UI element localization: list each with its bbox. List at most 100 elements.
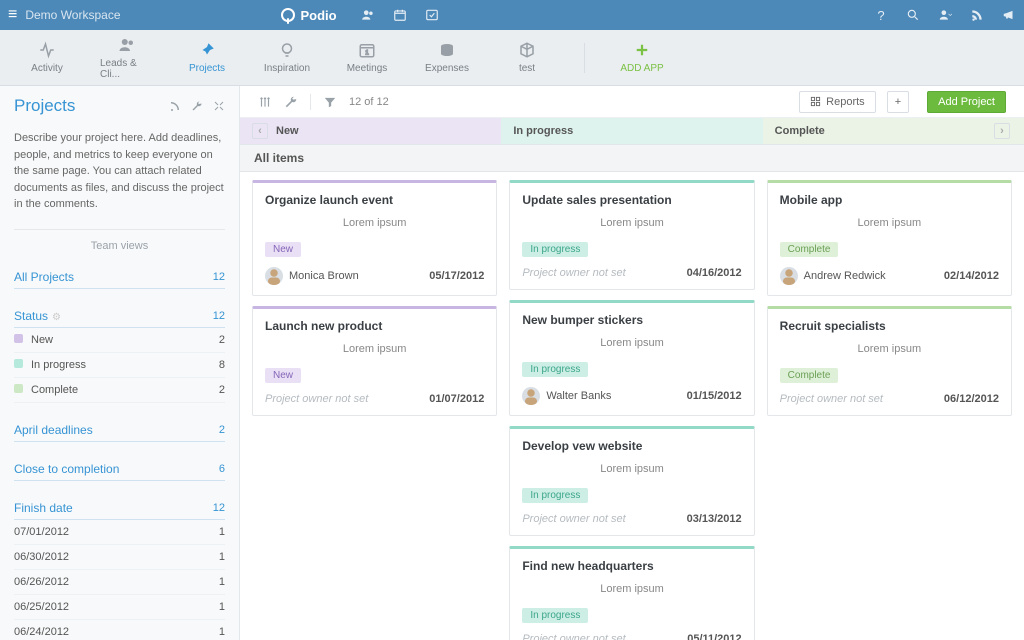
expand-icon[interactable] xyxy=(213,100,225,112)
add-report-button[interactable]: + xyxy=(887,91,909,113)
project-description: Describe your project here. Add deadline… xyxy=(14,130,225,213)
card-date: 04/16/2012 xyxy=(687,267,742,279)
finish-date-row[interactable]: 07/01/20121 xyxy=(14,520,225,545)
view-close-to-completion[interactable]: Close to completion 6 xyxy=(14,454,225,481)
view-finish-date[interactable]: Finish date 12 xyxy=(14,493,225,520)
brand[interactable]: Podio xyxy=(281,8,337,23)
add-project-label: Add Project xyxy=(938,96,995,108)
finish-date-row[interactable]: 06/26/20121 xyxy=(14,570,225,595)
date-label: 07/01/2012 xyxy=(14,526,69,538)
owner-name: Monica Brown xyxy=(289,270,359,282)
add-app-button[interactable]: ADD APP xyxy=(615,41,669,74)
card-owner: Walter Banks xyxy=(522,387,611,405)
status-filter-row[interactable]: Complete2 xyxy=(14,378,225,403)
app-meetings[interactable]: 1 Meetings xyxy=(340,41,394,74)
view-label: April deadlines xyxy=(14,423,93,437)
filter-icon[interactable] xyxy=(323,95,337,109)
status-label: New xyxy=(31,334,53,346)
project-card[interactable]: Recruit specialists Lorem ipsum Complete… xyxy=(767,306,1012,416)
card-title: Mobile app xyxy=(780,193,999,207)
view-count: 2 xyxy=(219,424,225,436)
view-count: 12 xyxy=(213,502,225,514)
add-project-button[interactable]: Add Project xyxy=(927,91,1006,113)
card-owner-empty: Project owner not set xyxy=(780,393,883,405)
app-label: Leads & Cli... xyxy=(100,58,154,80)
plus-icon xyxy=(633,41,651,59)
status-dot xyxy=(14,359,23,368)
status-filter-row[interactable]: In progress8 xyxy=(14,353,225,378)
broadcast-icon[interactable] xyxy=(169,100,181,112)
tasks-icon[interactable] xyxy=(425,8,439,22)
app-leads-clients[interactable]: Leads & Cli... xyxy=(100,36,154,80)
card-subtitle: Lorem ipsum xyxy=(780,343,999,355)
project-card[interactable]: Find new headquarters Lorem ipsum In pro… xyxy=(509,546,754,640)
column-headers: ‹ New In progress Complete › xyxy=(240,118,1024,144)
card-date: 01/15/2012 xyxy=(687,390,742,402)
date-count: 1 xyxy=(219,601,225,613)
reports-label: Reports xyxy=(826,96,865,108)
workspace-name[interactable]: Demo Workspace xyxy=(25,8,120,22)
column-header-complete: Complete › xyxy=(763,118,1024,144)
chevron-right-icon[interactable]: › xyxy=(994,123,1010,139)
project-card[interactable]: Update sales presentation Lorem ipsum In… xyxy=(509,180,754,290)
status-badge: New xyxy=(265,368,301,383)
project-card[interactable]: Mobile app Lorem ipsum Complete Andrew R… xyxy=(767,180,1012,296)
card-subtitle: Lorem ipsum xyxy=(265,343,484,355)
hamburger-icon[interactable]: ≡ xyxy=(8,6,17,24)
announce-icon[interactable] xyxy=(1002,8,1016,22)
layout-icon[interactable] xyxy=(258,95,272,109)
column-new: Organize launch event Lorem ipsum New Mo… xyxy=(252,180,497,632)
status-badge: In progress xyxy=(522,242,588,257)
project-card[interactable]: Organize launch event Lorem ipsum New Mo… xyxy=(252,180,497,296)
view-all-projects[interactable]: All Projects 12 xyxy=(14,262,225,289)
date-count: 1 xyxy=(219,551,225,563)
content: 12 of 12 Reports + Add Project ‹ New In … xyxy=(240,86,1024,640)
app-activity[interactable]: Activity xyxy=(20,41,74,74)
grid-icon xyxy=(810,96,821,107)
user-menu-icon[interactable] xyxy=(938,8,952,22)
app-inspiration[interactable]: Inspiration xyxy=(260,41,314,74)
finish-date-row[interactable]: 06/24/20121 xyxy=(14,620,225,640)
chevron-left-icon[interactable]: ‹ xyxy=(252,123,268,139)
status-filter-row[interactable]: New2 xyxy=(14,328,225,353)
view-april-deadlines[interactable]: April deadlines 2 xyxy=(14,415,225,442)
card-date: 03/13/2012 xyxy=(687,513,742,525)
app-projects[interactable]: Projects xyxy=(180,41,234,74)
card-owner-empty: Project owner not set xyxy=(265,393,368,405)
card-date: 05/17/2012 xyxy=(429,270,484,282)
card-title: Recruit specialists xyxy=(780,319,999,333)
feed-icon[interactable] xyxy=(970,8,984,22)
status-badge: Complete xyxy=(780,242,839,257)
card-date: 01/07/2012 xyxy=(429,393,484,405)
card-owner-empty: Project owner not set xyxy=(522,633,625,640)
app-expenses[interactable]: Expenses xyxy=(420,41,474,74)
project-card[interactable]: Develop vew website Lorem ipsum In progr… xyxy=(509,426,754,536)
calendar-icon[interactable] xyxy=(393,8,407,22)
card-date: 06/12/2012 xyxy=(944,393,999,405)
wrench-icon[interactable] xyxy=(191,100,203,112)
search-icon[interactable] xyxy=(906,8,920,22)
view-status[interactable]: Status⚙ 12 xyxy=(14,301,225,328)
project-card[interactable]: New bumper stickers Lorem ipsum In progr… xyxy=(509,300,754,416)
card-title: New bumper stickers xyxy=(522,313,741,327)
card-date: 02/14/2012 xyxy=(944,270,999,282)
app-label: Activity xyxy=(31,63,63,74)
reports-button[interactable]: Reports xyxy=(799,91,876,113)
podio-logo-icon xyxy=(281,8,295,22)
status-badge: In progress xyxy=(522,362,588,377)
avatar xyxy=(522,387,540,405)
column-header-new: ‹ New xyxy=(240,118,501,144)
app-label: Projects xyxy=(189,63,225,74)
view-label: Status xyxy=(14,309,48,323)
finish-date-row[interactable]: 06/30/20121 xyxy=(14,545,225,570)
tools-icon[interactable] xyxy=(284,95,298,109)
app-test[interactable]: test xyxy=(500,41,554,74)
stack-icon xyxy=(438,41,456,59)
gear-icon[interactable]: ⚙ xyxy=(52,312,61,323)
status-badge: In progress xyxy=(522,608,588,623)
finish-date-row[interactable]: 06/25/20121 xyxy=(14,595,225,620)
help-icon[interactable]: ? xyxy=(874,8,888,22)
brand-label: Podio xyxy=(301,8,337,23)
project-card[interactable]: Launch new product Lorem ipsum New Proje… xyxy=(252,306,497,416)
contacts-icon[interactable] xyxy=(361,8,375,22)
